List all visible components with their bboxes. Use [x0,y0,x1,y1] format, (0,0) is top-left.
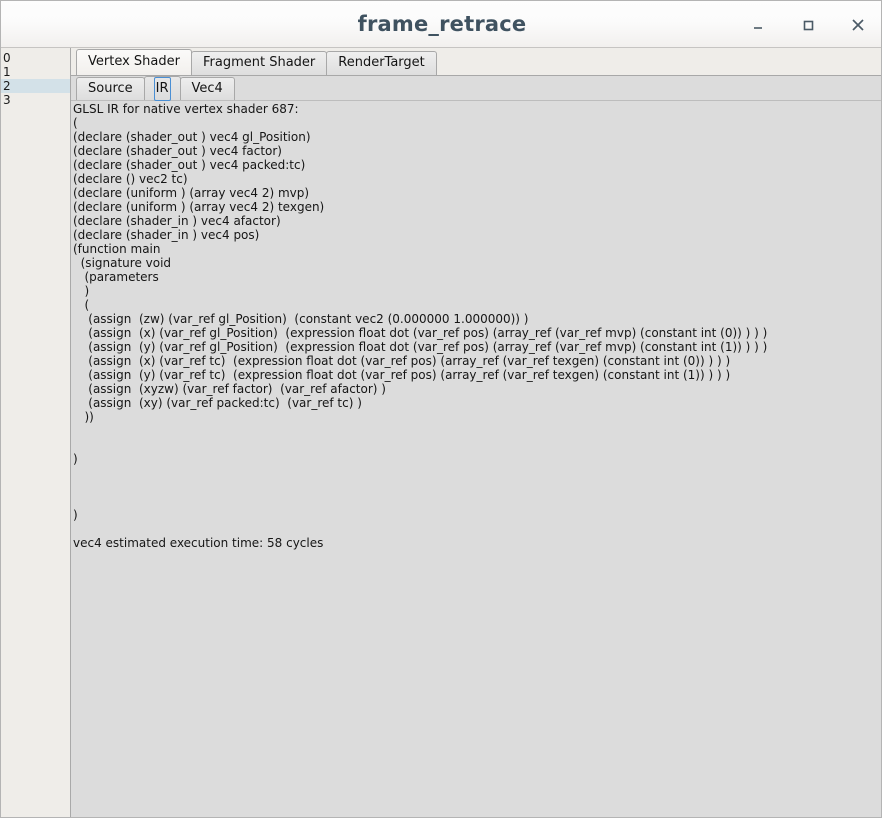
shader-panel: Vertex Shader Fragment Shader RenderTarget… [71,48,881,817]
shader-view-tabs[interactable]: Source IR Vec4 [71,75,881,101]
tab-source[interactable]: Source [76,77,145,100]
tab-ir[interactable]: IR [143,76,181,101]
shader-ir-text: GLSL IR for native vertex shader 687: ( … [73,102,768,550]
render-index-row[interactable]: 3 [1,93,70,107]
tab-label: Source [88,81,133,96]
body-area: 0123 Vertex Shader Fragment Shader RenderT… [1,48,881,817]
tab-label: IR [153,77,171,101]
minimize-icon [754,26,762,29]
tab-vec4[interactable]: Vec4 [179,77,235,100]
shader-ir-view[interactable]: GLSL IR for native vertex shader 687: ( … [71,100,881,817]
maximize-icon [803,20,814,30]
close-button[interactable] [833,1,881,48]
render-index-list[interactable]: 0123 [1,48,71,817]
tab-rendertarget[interactable]: RenderTarget [326,51,437,75]
tab-label: Vec4 [191,81,223,96]
tab-fragment-shader[interactable]: Fragment Shader [190,51,328,75]
window-controls [733,1,881,48]
render-index-row[interactable]: 0 [1,51,70,65]
close-icon [852,18,864,31]
shader-stage-tabs[interactable]: Vertex Shader Fragment Shader RenderTarget [71,48,881,75]
minimize-button[interactable] [733,1,783,48]
application-window: frame_retrace 0123 Vertex Shader Fragmen… [0,0,882,818]
tab-vertex-shader[interactable]: Vertex Shader [76,49,192,75]
window-title: frame_retrace [357,12,527,36]
title-bar: frame_retrace [1,1,881,48]
render-index-row[interactable]: 1 [1,65,70,79]
render-index-row[interactable]: 2 [1,79,70,93]
maximize-button[interactable] [783,1,833,48]
